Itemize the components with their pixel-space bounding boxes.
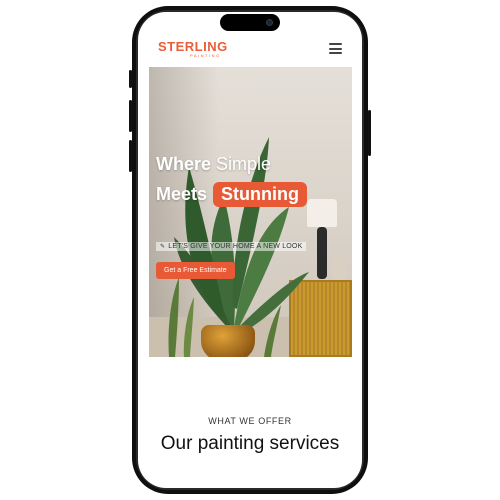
menu-bar [329, 52, 342, 54]
free-estimate-button[interactable]: Get a Free Estimate [156, 262, 235, 279]
phone-power-button [368, 110, 371, 156]
hero-title-word1: Where [156, 154, 212, 174]
hero-section: Where Simple Meets Stunning ✎ LET'S GIVE… [149, 67, 352, 357]
menu-bar [329, 43, 342, 45]
hero-tagline-text: LET'S GIVE YOUR HOME A NEW LOOK [168, 243, 303, 250]
hero-title-line1: Where Simple [156, 154, 271, 176]
hero-title-line2-word: Meets [156, 184, 208, 204]
hero-title-line2: Meets Stunning [156, 182, 308, 207]
paint-brush-icon: ✎ [160, 244, 166, 250]
site-logo-subtext: PAINTING [190, 53, 221, 58]
services-title: Our painting services [160, 433, 340, 454]
hero-title-word2: Simple [216, 154, 272, 174]
menu-bar [329, 47, 342, 50]
phone-volume-up-button [129, 100, 132, 132]
hero-tagline: ✎ LET'S GIVE YOUR HOME A NEW LOOK [156, 242, 307, 251]
front-camera-icon [266, 19, 273, 26]
phone-side-button [129, 70, 132, 88]
services-eyebrow: WHAT WE OFFER [208, 416, 292, 426]
site-logo[interactable]: STERLING [158, 39, 228, 54]
brass-plant-pot-image [201, 325, 255, 357]
hamburger-menu-icon[interactable] [329, 43, 342, 54]
phone-volume-down-button [129, 140, 132, 172]
phone-screen: STERLING PAINTING Where Simple Meets Stu… [138, 12, 362, 488]
hero-title-highlight: Stunning [213, 182, 308, 207]
